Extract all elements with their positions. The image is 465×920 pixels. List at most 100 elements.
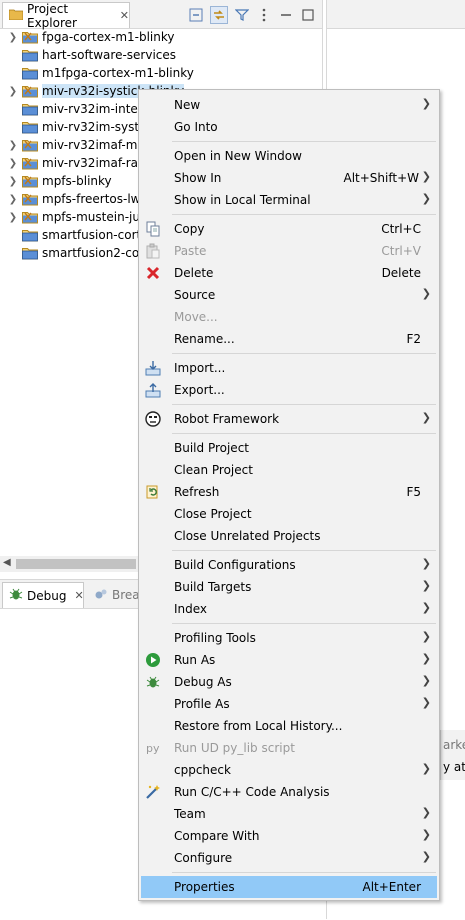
markers-text: y at bbox=[443, 760, 465, 774]
folder-icon bbox=[22, 66, 38, 80]
scrollbar-thumb[interactable] bbox=[16, 559, 136, 569]
filter-icon[interactable] bbox=[234, 7, 250, 23]
menu-item-index[interactable]: Index ❯ bbox=[141, 598, 437, 620]
tree-item-label: m1fpga-cortex-m1-blinky bbox=[42, 66, 194, 80]
menu-item-properties[interactable]: Properties Alt+Enter bbox=[141, 876, 437, 898]
tree-item-label: fpga-cortex-m1-blinky bbox=[42, 30, 175, 44]
menu-item-build-targets[interactable]: Build Targets ❯ bbox=[141, 576, 437, 598]
menu-item-show-in[interactable]: Show In Alt+Shift+W ❯ bbox=[141, 167, 437, 189]
menu-item-label: Build Targets bbox=[174, 580, 252, 594]
menu-item-label: Open in New Window bbox=[174, 149, 302, 163]
menu-separator bbox=[172, 872, 436, 873]
view-menu-icon[interactable] bbox=[256, 7, 272, 23]
submenu-arrow-icon: ❯ bbox=[421, 696, 431, 709]
submenu-arrow-icon: ❯ bbox=[421, 601, 431, 614]
menu-item-close-unrelated-projects[interactable]: Close Unrelated Projects bbox=[141, 525, 437, 547]
menu-item-label: Build Configurations bbox=[174, 558, 296, 572]
menu-item-profile-as[interactable]: Profile As ❯ bbox=[141, 693, 437, 715]
link-with-editor-icon[interactable] bbox=[210, 6, 228, 24]
collapse-all-icon[interactable] bbox=[188, 7, 204, 23]
expand-chevron-icon[interactable]: ❯ bbox=[6, 32, 20, 43]
menu-item-show-in-local-terminal[interactable]: Show in Local Terminal ❯ bbox=[141, 189, 437, 211]
close-icon[interactable]: ✕ bbox=[120, 9, 129, 22]
menu-item-run-c-c-code-analysis[interactable]: Run C/C++ Code Analysis bbox=[141, 781, 437, 803]
tab-project-explorer[interactable]: Project Explorer ✕ bbox=[2, 1, 130, 30]
folder-icon bbox=[22, 120, 38, 134]
menu-item-label: Profiling Tools bbox=[174, 631, 256, 645]
tab-project-explorer-label: Project Explorer bbox=[27, 1, 77, 30]
submenu-arrow-icon: ❯ bbox=[421, 806, 431, 819]
project-folder-icon bbox=[22, 210, 38, 224]
expand-chevron-icon[interactable]: ❯ bbox=[6, 140, 20, 151]
menu-item-delete[interactable]: Delete Delete bbox=[141, 262, 437, 284]
menu-item-robot-framework[interactable]: Robot Framework ❯ bbox=[141, 408, 437, 430]
tab-debug[interactable]: Debug ✕ bbox=[2, 582, 84, 608]
menu-item-shortcut: Delete bbox=[381, 266, 421, 280]
menu-item-profiling-tools[interactable]: Profiling Tools ❯ bbox=[141, 627, 437, 649]
menu-item-build-configurations[interactable]: Build Configurations ❯ bbox=[141, 554, 437, 576]
folder-icon bbox=[22, 246, 38, 260]
menu-separator bbox=[172, 550, 436, 551]
submenu-arrow-icon: ❯ bbox=[421, 828, 431, 841]
submenu-arrow-icon: ❯ bbox=[421, 674, 431, 687]
menu-item-rename[interactable]: Rename... F2 bbox=[141, 328, 437, 350]
menu-item-open-in-new-window[interactable]: Open in New Window bbox=[141, 145, 437, 167]
menu-item-shortcut: Alt+Shift+W bbox=[343, 171, 420, 185]
menu-item-team[interactable]: Team ❯ bbox=[141, 803, 437, 825]
tree-item-label: mpfs-blinky bbox=[42, 174, 112, 188]
tree-item[interactable]: ❯hart-software-services bbox=[0, 46, 320, 64]
menu-item-run-as[interactable]: Run As ❯ bbox=[141, 649, 437, 671]
menu-item-label: Run C/C++ Code Analysis bbox=[174, 785, 330, 799]
markers-tab-label[interactable]: arke bbox=[443, 738, 465, 752]
tree-item-label: miv-rv32imaf-rayt bbox=[42, 156, 150, 170]
tree-item-label: smartfusion2-cort bbox=[42, 246, 149, 260]
minimize-icon[interactable] bbox=[278, 7, 294, 23]
project-folder-icon bbox=[22, 192, 38, 206]
menu-item-label: Properties bbox=[174, 880, 235, 894]
menu-item-export[interactable]: Export... bbox=[141, 379, 437, 401]
tree-item[interactable]: ❯m1fpga-cortex-m1-blinky bbox=[0, 64, 320, 82]
menu-item-shortcut: Ctrl+V bbox=[381, 244, 421, 258]
menu-item-configure[interactable]: Configure ❯ bbox=[141, 847, 437, 869]
menu-item-label: Copy bbox=[174, 222, 205, 236]
scroll-left-icon[interactable]: ◀ bbox=[3, 557, 11, 568]
submenu-arrow-icon: ❯ bbox=[421, 192, 431, 205]
close-icon[interactable]: ✕ bbox=[74, 589, 83, 602]
expand-chevron-icon[interactable]: ❯ bbox=[6, 86, 20, 97]
menu-item-cppcheck[interactable]: cppcheck ❯ bbox=[141, 759, 437, 781]
tree-item-label: miv-rv32im-systic bbox=[42, 120, 150, 134]
menu-item-label: Source bbox=[174, 288, 216, 302]
breakpoint-icon bbox=[94, 587, 108, 604]
svg-text:py: py bbox=[146, 742, 160, 755]
menu-item-import[interactable]: Import... bbox=[141, 357, 437, 379]
menu-separator bbox=[172, 353, 436, 354]
menu-item-copy[interactable]: Copy Ctrl+C bbox=[141, 218, 437, 240]
menu-item-compare-with[interactable]: Compare With ❯ bbox=[141, 825, 437, 847]
menu-item-go-into[interactable]: Go Into bbox=[141, 116, 437, 138]
project-folder-icon bbox=[22, 138, 38, 152]
menu-item-move: Move... bbox=[141, 306, 437, 328]
tree-item[interactable]: ❯ fpga-cortex-m1-blinky bbox=[0, 28, 320, 46]
view-toolbar bbox=[188, 6, 316, 24]
maximize-icon[interactable] bbox=[300, 7, 316, 23]
paste-icon bbox=[145, 243, 161, 259]
menu-item-new[interactable]: New ❯ bbox=[141, 94, 437, 116]
menu-item-close-project[interactable]: Close Project bbox=[141, 503, 437, 525]
menu-item-label: Close Unrelated Projects bbox=[174, 529, 321, 543]
copy-icon bbox=[145, 221, 161, 237]
menu-item-refresh[interactable]: Refresh F5 bbox=[141, 481, 437, 503]
tree-item-label: mpfs-freertos-lwip bbox=[42, 192, 152, 206]
menu-item-restore-from-local-history[interactable]: Restore from Local History... bbox=[141, 715, 437, 737]
expand-chevron-icon[interactable]: ❯ bbox=[6, 158, 20, 169]
submenu-arrow-icon: ❯ bbox=[421, 652, 431, 665]
menu-item-label: Clean Project bbox=[174, 463, 253, 477]
menu-item-clean-project[interactable]: Clean Project bbox=[141, 459, 437, 481]
menu-item-label: Close Project bbox=[174, 507, 252, 521]
menu-item-paste: Paste Ctrl+V bbox=[141, 240, 437, 262]
expand-chevron-icon[interactable]: ❯ bbox=[6, 176, 20, 187]
expand-chevron-icon[interactable]: ❯ bbox=[6, 194, 20, 205]
expand-chevron-icon[interactable]: ❯ bbox=[6, 212, 20, 223]
menu-item-debug-as[interactable]: Debug As ❯ bbox=[141, 671, 437, 693]
menu-item-source[interactable]: Source ❯ bbox=[141, 284, 437, 306]
menu-item-build-project[interactable]: Build Project bbox=[141, 437, 437, 459]
